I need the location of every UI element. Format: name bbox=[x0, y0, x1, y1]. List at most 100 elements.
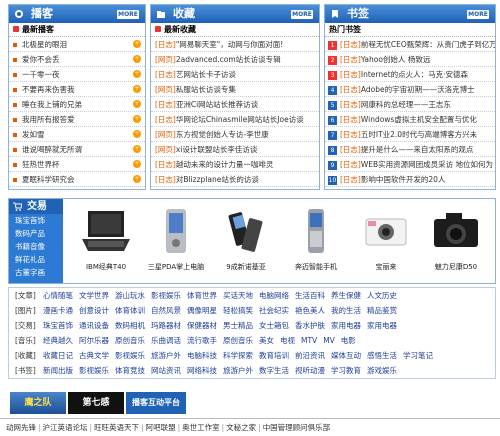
blogger-more-button[interactable]: MORE bbox=[117, 10, 139, 19]
list-item[interactable]: [日志]亚洲Ci网站站长推荐访谈 bbox=[151, 97, 319, 112]
item-link[interactable]: Windows虚拟主机安全配置与优化 bbox=[361, 115, 477, 124]
item-link[interactable]: 对Blizzplane站长的访谈 bbox=[176, 175, 259, 184]
item-link[interactable]: xi设计联盟站长李佳访谈 bbox=[176, 145, 258, 154]
directory-link[interactable]: 电影 bbox=[341, 333, 356, 348]
podcast-platform-button[interactable]: 播客互动平台 bbox=[126, 392, 186, 414]
item-link[interactable]: 网康科的总经理——王志东 bbox=[361, 100, 451, 109]
list-item[interactable]: 2 [日志]Yahoo创始人 杨致远 bbox=[325, 52, 495, 67]
directory-link[interactable]: 珠宝首饰 bbox=[43, 318, 73, 333]
item-link[interactable]: WEB实用资源网团成员采访 地位如何为 bbox=[361, 160, 493, 169]
product-pda[interactable]: 三星PDA掌上电脑 bbox=[141, 203, 211, 279]
directory-link[interactable]: 家用电器 bbox=[367, 318, 397, 333]
directory-link[interactable]: 电脑网络 bbox=[259, 288, 289, 303]
item-link[interactable]: "网易聊天室"，动网与你面对面! bbox=[176, 40, 283, 49]
directory-link[interactable]: 艳色美人 bbox=[295, 303, 325, 318]
directory-link[interactable]: 电脑科技 bbox=[187, 348, 217, 363]
directory-link[interactable]: 社会纪实 bbox=[259, 303, 289, 318]
directory-link[interactable]: MTV bbox=[301, 333, 317, 348]
item-link[interactable]: Internet的点火人：马克·安德森 bbox=[361, 70, 468, 79]
directory-link[interactable]: 家用电器 bbox=[331, 318, 361, 333]
add-icon[interactable]: + bbox=[133, 160, 141, 168]
list-item[interactable]: [日志]华网论坛Chinasmile网站站长Joe访谈 bbox=[151, 112, 319, 127]
directory-link[interactable]: 生活百科 bbox=[295, 288, 325, 303]
add-icon[interactable]: + bbox=[133, 130, 141, 138]
add-icon[interactable]: + bbox=[133, 145, 141, 153]
item-link[interactable]: 影响中国软件开发的20人 bbox=[361, 175, 446, 184]
directory-link[interactable]: 心情随笔 bbox=[43, 288, 73, 303]
directory-link[interactable]: 偶像明星 bbox=[187, 303, 217, 318]
bookmarks-more-button[interactable]: MORE bbox=[467, 10, 489, 19]
directory-link[interactable]: 我的生活 bbox=[331, 303, 361, 318]
eagle-team-logo[interactable]: 鹰之队 bbox=[10, 392, 66, 414]
list-item[interactable]: 1 [日志]前程无忧CEO甄荣辉：从贵门虎子到亿万 bbox=[325, 37, 495, 52]
add-icon[interactable]: + bbox=[133, 175, 141, 183]
product-smartphone[interactable]: 奔迈智能手机 bbox=[281, 203, 351, 279]
product-flip-phone[interactable]: 9成新诺基亚 bbox=[211, 203, 281, 279]
directory-link[interactable]: 通讯设备 bbox=[79, 318, 109, 333]
directory-link[interactable]: 网络科技 bbox=[187, 363, 217, 378]
list-item[interactable]: 7 [日志]五时IT业2.0时代与高端博客方兴未 bbox=[325, 127, 495, 142]
directory-link[interactable]: 科学探索 bbox=[223, 348, 253, 363]
directory-link[interactable]: 买话天地 bbox=[223, 288, 253, 303]
directory-link[interactable]: 媒体互动 bbox=[331, 348, 361, 363]
directory-link[interactable]: 视听动漫 bbox=[295, 363, 325, 378]
directory-link[interactable]: 网站资讯 bbox=[151, 363, 181, 378]
directory-link[interactable]: 影视娱乐 bbox=[79, 363, 109, 378]
list-item[interactable]: 发如雪 + bbox=[9, 127, 145, 142]
list-item[interactable]: 北极星的眼泪 + bbox=[9, 37, 145, 52]
directory-link[interactable]: 体育竞技 bbox=[115, 363, 145, 378]
directory-link[interactable]: 保健器材 bbox=[187, 318, 217, 333]
item-link[interactable]: 华网论坛Chinasmile网站站长Joe访谈 bbox=[176, 115, 304, 124]
add-icon[interactable]: + bbox=[133, 100, 141, 108]
directory-link[interactable]: 电视 bbox=[280, 333, 295, 348]
item-link[interactable]: 亚洲Ci网站站长推荐访谈 bbox=[176, 100, 258, 109]
item-link[interactable]: 五时IT业2.0时代与高端博客方兴未 bbox=[361, 130, 477, 139]
list-item[interactable]: 5 [日志]网康科的总经理——王志东 bbox=[325, 97, 495, 112]
add-icon[interactable]: + bbox=[133, 115, 141, 123]
trade-category-link[interactable]: 书籍音像 bbox=[9, 240, 63, 253]
directory-link[interactable]: 美女 bbox=[259, 333, 274, 348]
list-item[interactable]: 睡在我上铺的兄弟 + bbox=[9, 97, 145, 112]
footer-link[interactable]: 奥世工作室 bbox=[182, 423, 220, 432]
list-item[interactable]: 我用所有报答爱 + bbox=[9, 112, 145, 127]
list-item[interactable]: 6 [日志]Windows虚拟主机安全配置与优化 bbox=[325, 112, 495, 127]
product-dslr[interactable]: 魅力尼康D50 bbox=[421, 203, 491, 279]
product-laptop[interactable]: IBM经典T40 bbox=[71, 203, 141, 279]
list-item[interactable]: [网页]xi设计联盟站长李佳访谈 bbox=[151, 142, 319, 157]
directory-link[interactable]: 新闻出版 bbox=[43, 363, 73, 378]
item-link[interactable]: 艺网站长卡子访谈 bbox=[176, 70, 236, 79]
directory-link[interactable]: 体育体训 bbox=[115, 303, 145, 318]
trade-category-link[interactable]: 古董字画 bbox=[9, 266, 63, 279]
list-item[interactable]: [网页]私服站长访谈专集 bbox=[151, 82, 319, 97]
favorites-more-button[interactable]: MORE bbox=[291, 10, 313, 19]
footer-link[interactable]: 沪江英语论坛 bbox=[43, 423, 88, 432]
item-link[interactable]: 2advanced.com站长访谈专辑 bbox=[176, 55, 281, 64]
list-item[interactable]: [网页]2advanced.com站长访谈专辑 bbox=[151, 52, 319, 67]
directory-link[interactable]: 教育培训 bbox=[259, 348, 289, 363]
list-item[interactable]: 3 [日志]Internet的点火人：马克·安德森 bbox=[325, 67, 495, 82]
list-item[interactable]: 夏眠科学研究会 + bbox=[9, 172, 145, 187]
directory-link[interactable]: 游戏娱乐 bbox=[367, 363, 397, 378]
directory-link[interactable]: 养生保健 bbox=[331, 288, 361, 303]
directory-link[interactable]: 学习教育 bbox=[331, 363, 361, 378]
directory-link[interactable]: 前沿资讯 bbox=[295, 348, 325, 363]
product-polaroid[interactable]: 宝丽来 bbox=[351, 203, 421, 279]
directory-link[interactable]: 玛路器材 bbox=[151, 318, 181, 333]
directory-link[interactable]: 香水护肤 bbox=[295, 318, 325, 333]
directory-link[interactable]: 流行歌手 bbox=[187, 333, 217, 348]
directory-link[interactable]: 旅游户外 bbox=[151, 348, 181, 363]
footer-link[interactable]: 中国管理顾问俱乐部 bbox=[263, 423, 331, 432]
directory-link[interactable]: 原创音乐 bbox=[115, 333, 145, 348]
directory-link[interactable]: 影视娱乐 bbox=[151, 288, 181, 303]
footer-link[interactable]: 动网先锋 bbox=[6, 423, 36, 432]
add-icon[interactable]: + bbox=[133, 70, 141, 78]
list-item[interactable]: 一千零一夜 + bbox=[9, 67, 145, 82]
item-link[interactable]: Adobe的宇宙初期——沃洛克博士 bbox=[361, 85, 475, 94]
footer-link[interactable]: 文秘之家 bbox=[226, 423, 256, 432]
directory-link[interactable]: 精品鉴赏 bbox=[367, 303, 397, 318]
trade-category-link[interactable]: 珠宝首饰 bbox=[9, 214, 63, 227]
item-link[interactable]: 提升是什么——来自太阳系的观点 bbox=[361, 145, 474, 154]
list-item[interactable]: 狂热世界杯 + bbox=[9, 157, 145, 172]
directory-link[interactable]: 自然风景 bbox=[151, 303, 181, 318]
list-item[interactable]: 10 [日志]影响中国软件开发的20人 bbox=[325, 172, 495, 187]
